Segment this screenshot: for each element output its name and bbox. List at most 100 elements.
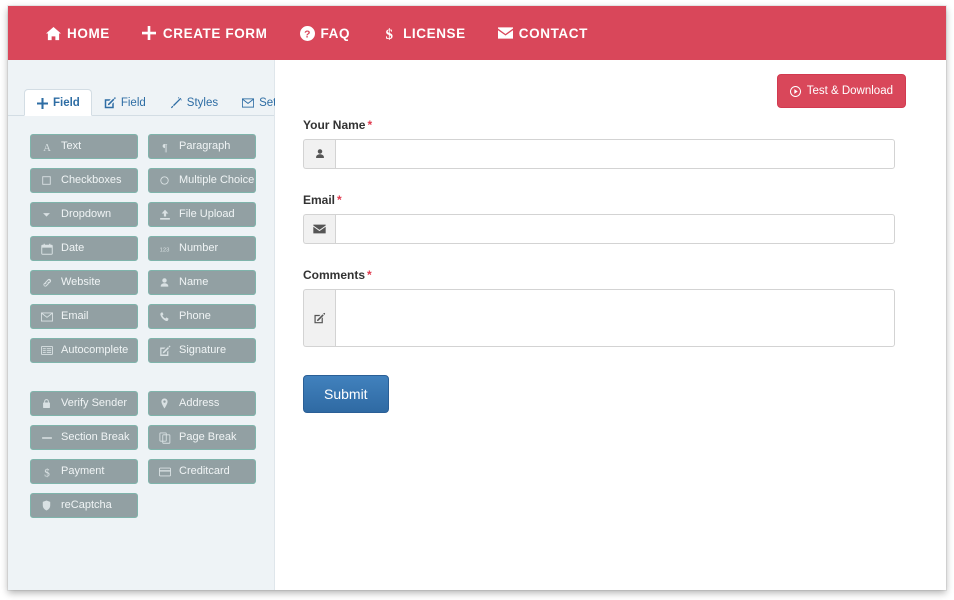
field-button-number[interactable]: 123 Number (148, 236, 256, 261)
page-root: HOME CREATE FORM ? FAQ $ LICENSE (0, 0, 954, 600)
nav-item-label: CONTACT (519, 26, 588, 41)
main-panel: Test & Download Your Name* (275, 60, 946, 590)
dollar-icon: $ (382, 26, 397, 41)
field-button-dropdown[interactable]: Dropdown (30, 202, 138, 227)
phone-icon (158, 310, 171, 323)
nav-item-label: CREATE FORM (163, 26, 268, 41)
field-button-email[interactable]: Email (30, 304, 138, 329)
preview-form: Your Name* Ema (303, 118, 906, 413)
field-button-checkboxes[interactable]: Checkboxes (30, 168, 138, 193)
field-button-date[interactable]: Date (30, 236, 138, 261)
numeric-123-icon: 123 (158, 242, 171, 255)
field-button-label: Page Break (179, 432, 236, 443)
font-icon: A (40, 140, 53, 153)
pencil-square-icon (303, 289, 335, 347)
field-button-label: Section Break (61, 432, 129, 443)
field-button-label: Multiple Choice (179, 175, 254, 186)
field-group-advanced: Verify Sender Address Sect (30, 391, 256, 518)
nav-item-label: LICENSE (403, 26, 466, 41)
field-button-payment[interactable]: $ Payment (30, 459, 138, 484)
field-label-text: Comments (303, 268, 365, 282)
tab-label: Field (53, 97, 80, 109)
minus-icon (40, 431, 53, 444)
svg-text:123: 123 (160, 247, 170, 253)
required-asterisk: * (367, 268, 372, 282)
magic-wand-icon (170, 97, 182, 109)
field-button-label: Creditcard (179, 466, 230, 477)
required-asterisk: * (367, 118, 372, 132)
field-button-phone[interactable]: Phone (148, 304, 256, 329)
envelope-icon (498, 26, 513, 41)
field-button-section-break[interactable]: Section Break (30, 425, 138, 450)
tab-add-field[interactable]: Field (24, 89, 92, 116)
field-button-label: Signature (179, 345, 226, 356)
form-group-comments: Comments* (303, 268, 906, 347)
field-button-label: Date (61, 243, 84, 254)
tab-styles[interactable]: Styles (158, 89, 230, 116)
nav-item-faq[interactable]: ? FAQ (284, 20, 367, 47)
field-button-paragraph[interactable]: ¶ Paragraph (148, 134, 256, 159)
test-and-download-button[interactable]: Test & Download (777, 74, 906, 108)
form-group-email: Email* (303, 193, 906, 244)
body-split: Field Field Styles (8, 60, 946, 590)
field-button-address[interactable]: Address (148, 391, 256, 416)
field-button-label: Payment (61, 466, 104, 477)
field-button-label: Phone (179, 311, 211, 322)
field-button-text[interactable]: A Text (30, 134, 138, 159)
your-name-input[interactable] (335, 139, 895, 169)
field-button-multiple-choice[interactable]: Multiple Choice (148, 168, 256, 193)
input-group-your-name (303, 139, 895, 169)
field-button-autocomplete[interactable]: Autocomplete (30, 338, 138, 363)
test-and-download-label: Test & Download (807, 85, 893, 97)
email-input[interactable] (335, 214, 895, 244)
plus-icon (142, 26, 157, 41)
field-button-name[interactable]: Name (148, 270, 256, 295)
plus-icon (36, 97, 48, 109)
field-button-label: Number (179, 243, 218, 254)
nav-item-license[interactable]: $ LICENSE (366, 20, 482, 47)
paragraph-icon: ¶ (158, 140, 171, 153)
field-label-comments: Comments* (303, 268, 906, 282)
nav-item-home[interactable]: HOME (30, 20, 126, 47)
pencil-square-icon (104, 97, 116, 109)
upload-icon (158, 208, 171, 221)
field-label-your-name: Your Name* (303, 118, 906, 132)
field-button-label: Name (179, 277, 208, 288)
nav-item-label: FAQ (321, 26, 351, 41)
field-button-label: Address (179, 398, 219, 409)
input-group-comments (303, 289, 895, 347)
svg-text:A: A (43, 142, 51, 152)
field-button-website[interactable]: Website (30, 270, 138, 295)
shield-icon (40, 499, 53, 512)
input-group-email (303, 214, 895, 244)
nav-item-contact[interactable]: CONTACT (482, 20, 604, 47)
tab-label: Field (121, 97, 146, 109)
field-button-label: Autocomplete (61, 345, 128, 356)
comments-textarea[interactable] (335, 289, 895, 347)
submit-button[interactable]: Submit (303, 375, 389, 413)
home-icon (46, 26, 61, 41)
map-marker-icon (158, 397, 171, 410)
field-button-label: Verify Sender (61, 398, 127, 409)
required-asterisk: * (337, 193, 342, 207)
caret-down-icon (40, 208, 53, 221)
tab-label: Styles (187, 97, 218, 109)
credit-card-icon (158, 465, 171, 478)
field-button-page-break[interactable]: Page Break (148, 425, 256, 450)
field-button-recaptcha[interactable]: reCaptcha (30, 493, 138, 518)
field-button-verify-sender[interactable]: Verify Sender (30, 391, 138, 416)
field-button-label: Dropdown (61, 209, 111, 220)
lock-icon (40, 397, 53, 410)
field-button-file-upload[interactable]: File Upload (148, 202, 256, 227)
nav-item-create-form[interactable]: CREATE FORM (126, 20, 284, 47)
field-button-creditcard[interactable]: Creditcard (148, 459, 256, 484)
checkbox-icon (40, 174, 53, 187)
sidebar-tabs: Field Field Styles (8, 76, 274, 116)
field-button-signature[interactable]: Signature (148, 338, 256, 363)
field-palette: A Text ¶ Paragraph (8, 116, 274, 518)
question-circle-icon: ? (300, 26, 315, 41)
svg-text:¶: ¶ (162, 142, 167, 152)
tab-edit-field[interactable]: Field (92, 89, 158, 116)
user-icon (158, 276, 171, 289)
user-icon (303, 139, 335, 169)
